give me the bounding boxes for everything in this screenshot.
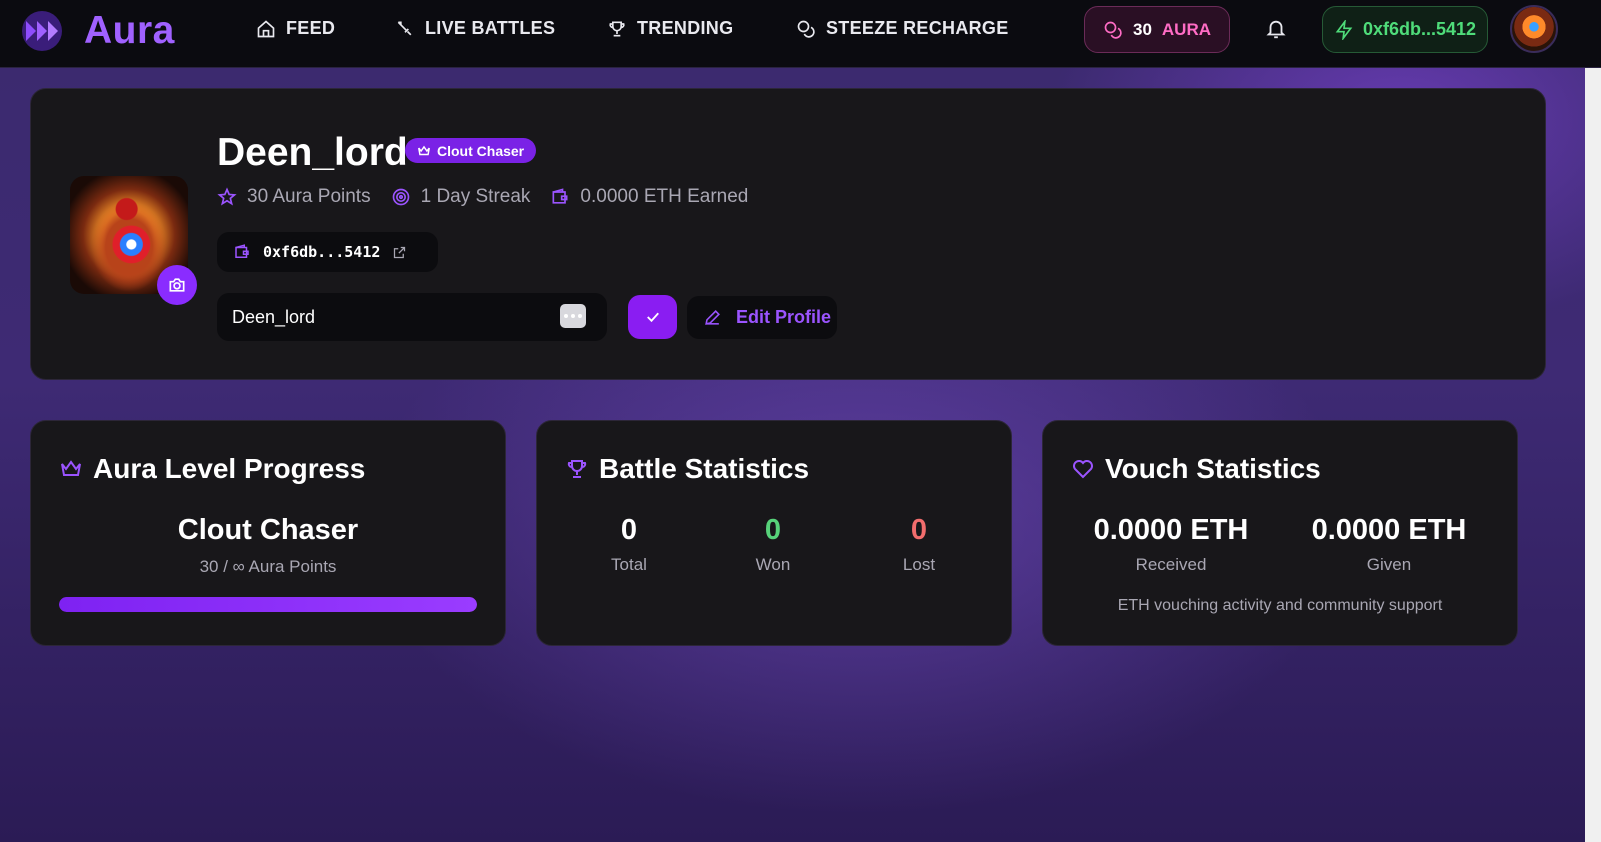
vouch-stats-title: Vouch Statistics	[1071, 453, 1321, 485]
battle-stat-won: 0 Won	[698, 514, 848, 575]
aura-progress-fill	[59, 597, 477, 612]
check-icon	[646, 312, 659, 323]
user-avatar[interactable]	[1510, 5, 1558, 53]
edit-profile-button[interactable]: Edit Profile	[687, 296, 837, 339]
sword-icon	[397, 21, 412, 35]
battle-stats-card: Battle Statistics 0 Total 0 Won 0 Lost	[536, 420, 1012, 646]
vouch-note: ETH vouching activity and community supp…	[1117, 597, 1443, 614]
nav-trending-label: TRENDING	[637, 18, 734, 38]
wallet-address-pill[interactable]: 0xf6db...5412	[217, 232, 438, 272]
camera-icon	[169, 278, 185, 292]
home-icon	[257, 19, 275, 37]
profile-stats: 30 Aura Points 1 Day Streak 0.0000 ETH E…	[217, 186, 748, 208]
coins-icon	[797, 20, 815, 38]
level-badge: Clout Chaser	[405, 138, 537, 163]
change-avatar-button[interactable]	[157, 265, 197, 305]
heart-icon	[1073, 460, 1093, 479]
nav-live-battles[interactable]: LIVE BATTLES	[395, 18, 555, 39]
target-icon	[392, 188, 409, 206]
battle-stat-lost: 0 Lost	[844, 514, 994, 575]
nav-steeze-recharge-label: STEEZE RECHARGE	[826, 18, 1009, 38]
top-navbar: Aura FEED LIVE BATTLES TRENDING STEEZE R…	[0, 0, 1601, 68]
aura-level-card: Aura Level Progress Clout Chaser 30 / ∞ …	[30, 420, 506, 646]
nav-live-battles-label: LIVE BATTLES	[425, 18, 556, 38]
page-scrollbar[interactable]	[1585, 68, 1601, 842]
vouch-given-label: Given	[1366, 555, 1412, 574]
crown-icon	[61, 460, 81, 476]
wallet-address: 0xf6db...5412	[1362, 19, 1477, 39]
aura-level-points: 30 / ∞ Aura Points	[199, 557, 337, 576]
brand-logo[interactable]: Aura	[20, 9, 175, 53]
aura-level-title: Aura Level Progress	[59, 453, 365, 485]
battle-lost-value: 0	[910, 514, 928, 546]
battle-stat-total: 0 Total	[554, 514, 704, 575]
wallet-icon	[552, 188, 568, 204]
battle-total-label: Total	[611, 555, 647, 574]
stat-streak-label: 1 Day Streak	[420, 186, 531, 207]
wallet-address-text: 0xf6db...5412	[263, 243, 381, 261]
aura-pill-label: AURA	[1161, 19, 1212, 39]
trophy-icon	[609, 21, 625, 36]
nav-feed[interactable]: FEED	[256, 18, 335, 39]
vouch-stats-card: Vouch Statistics 0.0000 ETH Received 0.0…	[1042, 420, 1518, 646]
battle-total-value: 0	[620, 514, 638, 546]
aura-points-pill[interactable]: 30 AURA	[1084, 6, 1230, 53]
pencil-icon	[705, 310, 720, 325]
battle-stats-title: Battle Statistics	[565, 453, 809, 485]
aura-logo-icon	[20, 9, 70, 53]
vouch-received: 0.0000 ETH Received	[1071, 514, 1271, 575]
profile-username: Deen_lord	[217, 131, 408, 174]
brand-name: Aura	[84, 9, 175, 52]
crown-icon	[418, 145, 430, 155]
level-badge-label: Clout Chaser	[437, 142, 525, 159]
stat-aura-points-label: 30 Aura Points	[247, 186, 371, 207]
vouch-received-value: 0.0000 ETH	[1093, 514, 1249, 546]
username-input[interactable]	[217, 293, 607, 341]
profile-card: Deen_lord Clout Chaser 30 Aura Points 1 …	[30, 88, 1546, 380]
bell-icon[interactable]	[1265, 18, 1287, 40]
stat-eth-earned-label: 0.0000 ETH Earned	[580, 186, 749, 207]
vouch-given-value: 0.0000 ETH	[1311, 514, 1467, 546]
edit-profile-label: Edit Profile	[736, 307, 832, 327]
battle-stats-title-text: Battle Statistics	[599, 453, 810, 484]
coins-icon	[1104, 21, 1122, 39]
stat-streak: 1 Day Streak	[391, 186, 531, 208]
battle-lost-label: Lost	[902, 555, 936, 574]
nav-feed-label: FEED	[286, 18, 336, 38]
trophy-icon	[567, 460, 587, 478]
aura-pill-value: 30	[1132, 19, 1152, 39]
vouch-stats-title-text: Vouch Statistics	[1105, 453, 1321, 484]
vouch-received-label: Received	[1135, 555, 1207, 574]
battle-won-label: Won	[755, 555, 791, 574]
nav-trending[interactable]: TRENDING	[607, 18, 733, 39]
wallet-icon	[235, 244, 249, 258]
lightning-icon	[1335, 19, 1353, 40]
stat-aura-points: 30 Aura Points	[217, 186, 371, 208]
aura-progress-bar	[59, 597, 477, 612]
stat-eth-earned: 0.0000 ETH Earned	[550, 186, 748, 208]
aura-level-name: Clout Chaser	[177, 514, 359, 546]
vouch-given: 0.0000 ETH Given	[1289, 514, 1489, 575]
save-username-button[interactable]	[628, 295, 677, 339]
external-link-icon[interactable]	[392, 245, 407, 260]
wallet-pill[interactable]: 0xf6db...5412	[1322, 6, 1488, 53]
star-icon	[217, 187, 237, 206]
nav-steeze-recharge[interactable]: STEEZE RECHARGE	[796, 18, 1009, 39]
aura-level-title-text: Aura Level Progress	[93, 453, 366, 484]
battle-won-value: 0	[764, 514, 782, 546]
more-icon[interactable]	[560, 304, 586, 328]
